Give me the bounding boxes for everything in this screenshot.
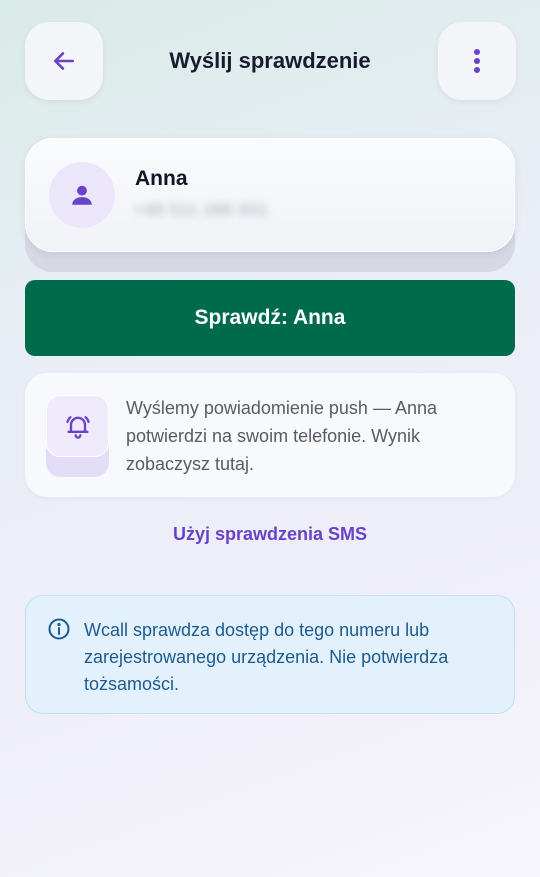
contact-card-stack: Anna +48 511 288 931 [25,138,515,272]
bell-badge [46,395,109,477]
more-vertical-icon [474,49,480,73]
use-sms-check-link[interactable]: Użyj sprawdzenia SMS [0,524,540,545]
notice-text: Wcall sprawdza dostęp do tego numeru lub… [84,620,449,694]
push-info-card: Wyślemy powiadomienie push — Anna potwie… [25,373,515,497]
more-options-button[interactable] [438,22,516,100]
push-info-text: Wyślemy powiadomienie push — Anna potwie… [126,398,437,474]
contact-card[interactable]: Anna +48 511 288 931 [25,138,515,252]
contact-name: Anna [135,167,188,190]
contact-phone-blurred: +48 511 288 931 [134,202,269,219]
verify-contact-button[interactable]: Sprawdź: Anna [25,280,515,356]
arrow-left-icon [54,52,74,70]
person-icon [72,185,92,205]
page-title: Wyślij sprawdzenie [169,48,371,73]
info-icon [48,618,70,640]
bell-badge-face [46,395,109,457]
identity-notice: Wcall sprawdza dostęp do tego numeru lub… [25,595,515,714]
avatar [49,162,115,228]
back-button[interactable] [25,22,103,100]
bell-ringing-icon [65,416,90,439]
